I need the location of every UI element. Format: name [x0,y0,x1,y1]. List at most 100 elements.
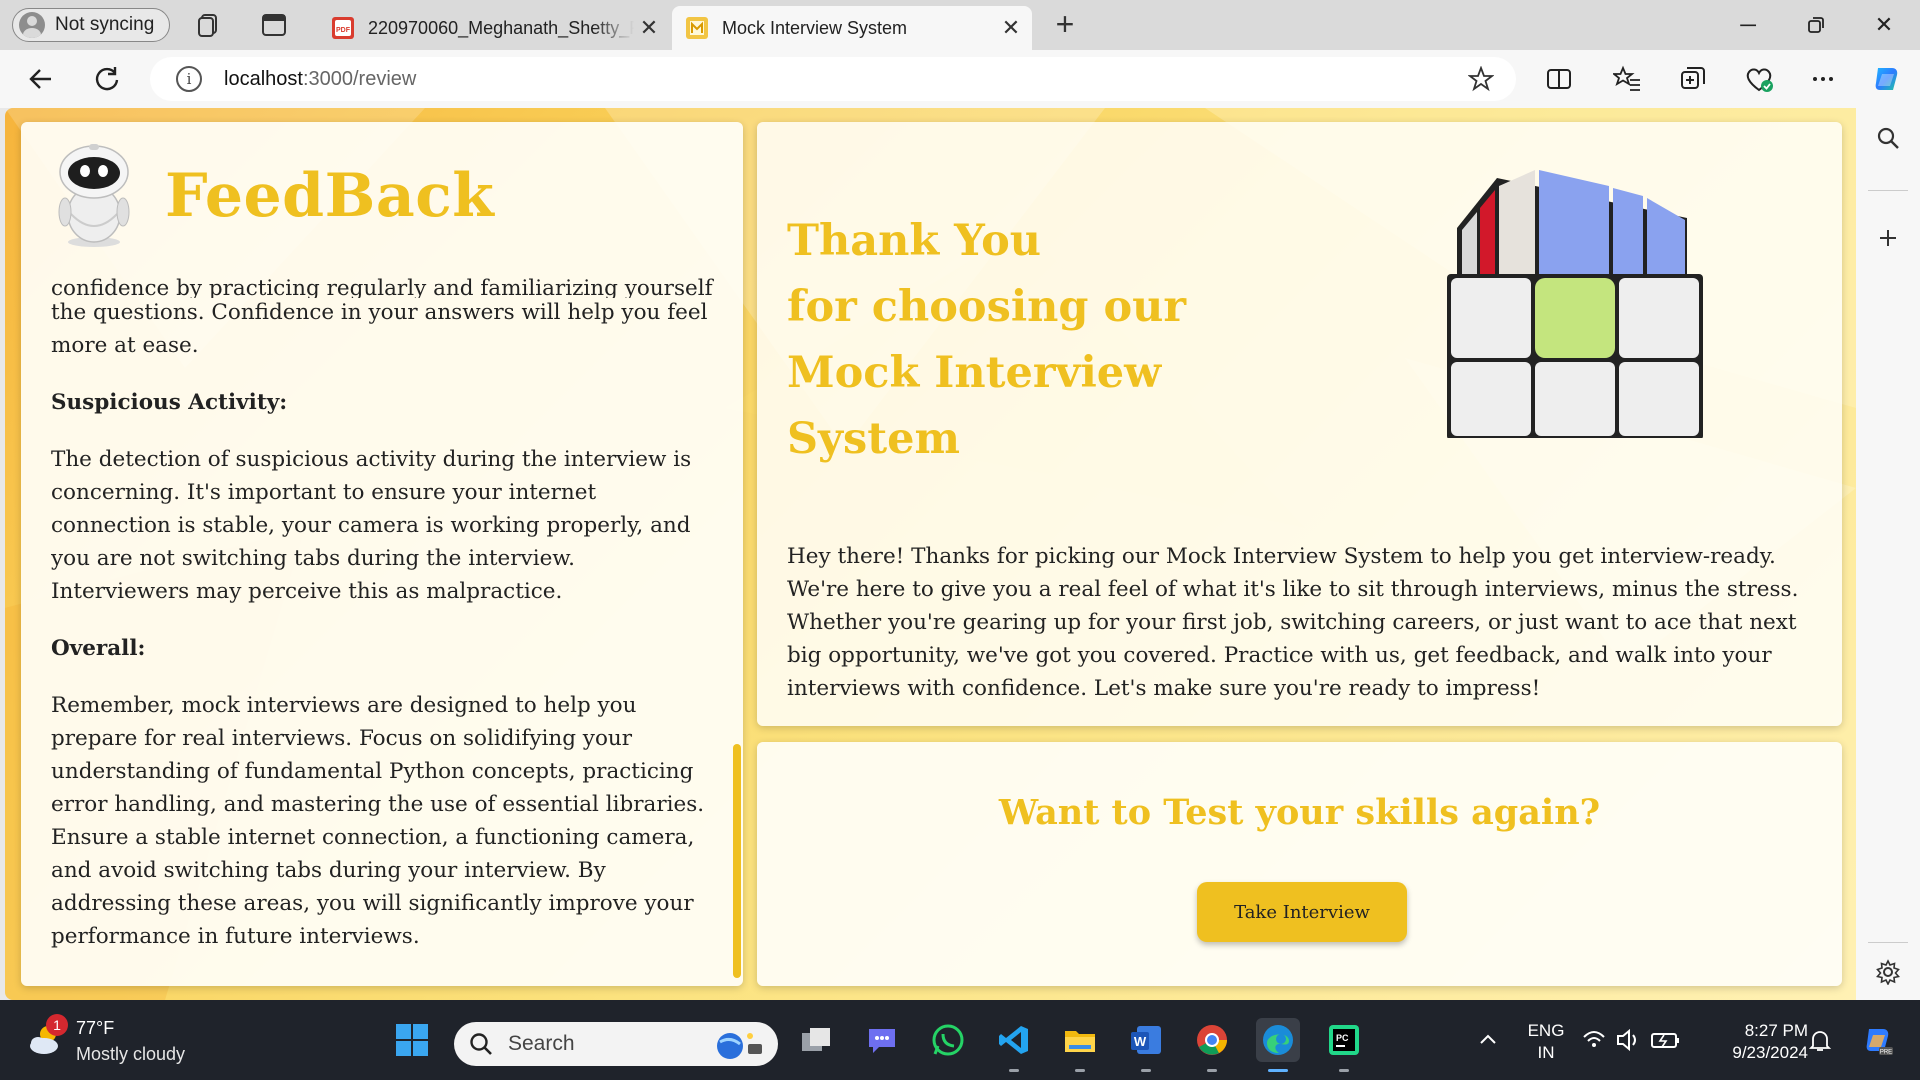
running-indicator [1207,1069,1217,1072]
svg-text:PC: PC [1336,1033,1349,1043]
windows-taskbar: 1 77°F Mostly cloudy Search W PC ENG IN … [0,1000,1920,1080]
test-again-heading: Want to Test your skills again? [998,792,1601,833]
sidebar-divider [1868,942,1908,943]
vscode-icon [999,1026,1028,1054]
url-text[interactable]: localhost:3000/review [224,68,416,91]
profile-button[interactable]: Not syncing [12,8,170,42]
app-favicon [686,17,708,39]
search-placeholder: Search [508,1032,575,1055]
weather-temperature: 77°F [76,1018,115,1038]
profile-avatar-icon [19,12,45,38]
restore-button[interactable] [1788,6,1844,44]
weather-condition: Mostly cloudy [76,1044,186,1064]
new-tab-button[interactable]: + [1048,8,1082,42]
profile-status-label: Not syncing [55,14,155,35]
thank-you-line-3: Mock Interview [787,348,1162,398]
thank-you-card: Thank You for choosing our Mock Intervie… [757,122,1842,726]
windows-logo-icon [396,1024,428,1056]
take-interview-button[interactable]: Take Interview [1197,882,1407,942]
suspicious-activity-heading: Suspicious Activity: [51,390,288,415]
teams-chat-app[interactable] [860,1018,904,1062]
word-app[interactable]: W [1124,1018,1168,1072]
tab-close-icon[interactable]: ✕ [996,15,1026,41]
wifi-volume-battery-icon [1583,1028,1679,1052]
feedback-intro-tail: the questions. Confidence in your answer… [51,300,708,358]
feedback-header: FeedBack [21,122,743,270]
feedback-scroll-area[interactable]: confidence by practicing regularly and f… [51,272,719,982]
thank-you-line-4: System [787,414,960,464]
more-menu-icon[interactable] [1806,62,1840,96]
show-hidden-icons-button[interactable] [1466,1018,1510,1062]
thank-you-heading: Thank You for choosing our Mock Intervie… [787,208,1247,472]
split-screen-icon[interactable] [1542,62,1576,96]
search-icon [470,1033,492,1055]
start-button[interactable] [390,1018,434,1062]
region-code: IN [1537,1043,1555,1062]
copilot-taskbar-button[interactable]: PRE [1856,1018,1900,1062]
clock-date: 9/23/2024 [1732,1043,1808,1062]
edge-icon [1263,1025,1293,1055]
running-indicator [1268,1069,1288,1072]
test-again-card: Want to Test your skills again? Take Int… [757,742,1842,986]
favorite-star-icon[interactable] [1467,65,1495,97]
system-tray-quick-settings[interactable] [1580,1018,1690,1062]
word-icon: W [1131,1026,1161,1054]
browser-tab-strip: Not syncing PDF 220970060_Meghanath_Shet… [0,0,1920,50]
search-highlight-icon [717,1033,762,1059]
whatsapp-app[interactable] [926,1018,970,1062]
thank-you-line-1: Thank You [787,216,1042,266]
thank-you-line-2: for choosing our [787,282,1187,332]
overall-text: Remember, mock interviews are designed t… [51,693,705,949]
tab-mock-interview[interactable]: Mock Interview System ✕ [672,6,1032,50]
address-bar[interactable]: i localhost:3000/review [150,57,1516,101]
task-view-button[interactable] [794,1018,838,1062]
thank-you-body: Hey there! Thanks for picking our Mock I… [787,544,1799,701]
edge-app[interactable] [1256,1018,1300,1072]
browser-essentials-icon[interactable] [1742,62,1776,96]
search-icon[interactable] [1872,122,1904,154]
feedback-scrollbar-thumb[interactable] [733,744,741,978]
edge-sidebar [1856,108,1920,1000]
overall-heading: Overall: [51,636,146,661]
task-view-icon [802,1028,830,1051]
pycharm-app[interactable]: PC [1322,1018,1366,1072]
suspicious-activity-text: The detection of suspicious activity dur… [51,447,692,604]
copilot-icon[interactable] [1870,62,1904,96]
robot-mascot-icon [58,144,130,247]
sidebar-divider [1868,190,1908,191]
tab-actions-icon[interactable] [260,11,288,39]
feedback-title: FeedBack [165,161,495,231]
input-language-indicator[interactable]: ENG IN [1522,1020,1570,1064]
svg-text:PDF: PDF [336,27,351,34]
collections-icon[interactable] [1676,62,1710,96]
page-viewport: FeedBack confidence by practicing regula… [5,108,1856,1000]
minimize-button[interactable]: ─ [1720,6,1776,44]
feedback-card: FeedBack confidence by practicing regula… [21,122,743,986]
system-clock[interactable]: 8:27 PM 9/23/2024 [1698,1020,1808,1064]
settings-gear-icon[interactable] [1872,956,1904,988]
whatsapp-icon [932,1024,964,1056]
tab-title: 220970060_Meghanath_Shetty_F [368,17,634,38]
folder-icon [1065,1031,1095,1052]
clock-time: 8:27 PM [1744,1021,1808,1040]
file-explorer-app[interactable] [1058,1018,1102,1072]
chevron-up-icon [1480,1034,1496,1044]
tab-close-icon[interactable]: ✕ [634,15,664,41]
refresh-icon[interactable] [90,62,124,96]
back-icon[interactable] [24,62,58,96]
add-sidebar-app-icon[interactable] [1872,222,1904,254]
browser-toolbar: i localhost:3000/review [0,50,1920,108]
taskbar-search[interactable]: Search [454,1022,778,1066]
favorites-icon[interactable] [1610,62,1644,96]
notifications-button[interactable] [1798,1018,1842,1062]
copilot-icon: PRE [1866,1029,1893,1056]
weather-widget[interactable]: 1 77°F Mostly cloudy [22,1014,222,1068]
chat-icon [869,1029,895,1053]
tab-pdf[interactable]: PDF 220970060_Meghanath_Shetty_F ✕ [318,6,670,50]
site-info-icon[interactable]: i [176,66,202,92]
notification-badge: 1 [46,1014,68,1036]
workspaces-icon[interactable] [196,11,224,39]
close-window-button[interactable]: ✕ [1856,6,1912,44]
chrome-app[interactable] [1190,1018,1234,1072]
vscode-app[interactable] [992,1018,1036,1072]
